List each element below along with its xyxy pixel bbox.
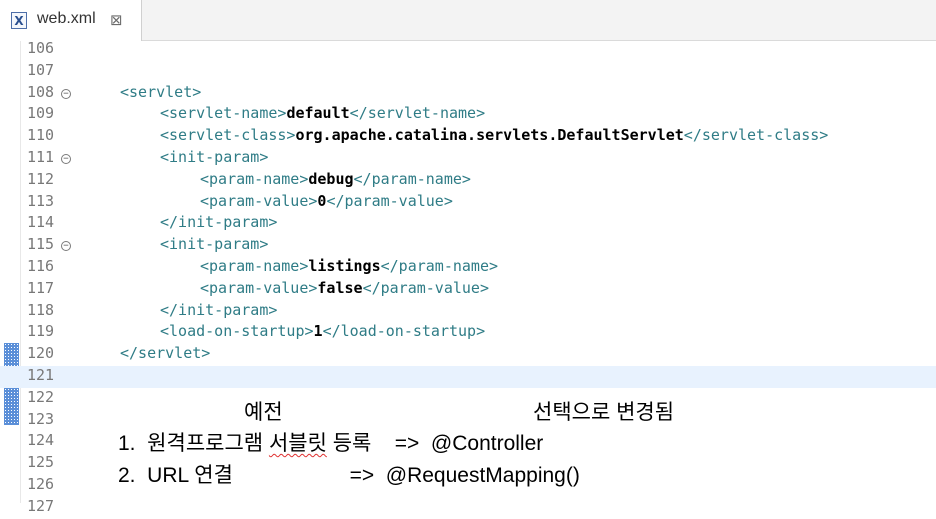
xml-tag: <load-on-startup> <box>160 322 314 341</box>
line-number: 123 <box>27 409 55 428</box>
xml-tag: </param-value> <box>326 191 453 210</box>
line-number: 120 <box>27 344 55 363</box>
close-icon[interactable]: ⊠ <box>110 11 123 29</box>
line-number: 124 <box>27 431 55 450</box>
code-line[interactable]: 107 <box>0 61 936 83</box>
code-line[interactable]: 121 <box>0 366 936 388</box>
code-line[interactable]: 127 <box>0 497 936 519</box>
xml-editor[interactable]: 106 107 108− <servlet> 109 <servlet-name>defa… <box>0 39 936 515</box>
note-item-1-prefix: 1. 원격프로그램 <box>118 432 269 455</box>
line-number: 125 <box>27 453 55 472</box>
code-text: <param-name>debug</param-name> <box>200 170 471 188</box>
line-number: 109 <box>27 104 55 123</box>
code-line[interactable]: 116 <param-name>listings</param-name> <box>0 257 936 279</box>
xml-tag: </init-param> <box>160 213 278 232</box>
xml-tag: <init-param> <box>160 148 269 166</box>
xml-value: 1 <box>313 322 323 341</box>
code-text: <servlet-class>org.apache.catalina.servl… <box>160 126 828 144</box>
xml-tag: </param-value> <box>362 278 489 297</box>
code-line[interactable]: 120 </servlet> <box>0 344 936 366</box>
fold-toggle-icon[interactable]: − <box>61 88 71 99</box>
xml-tag: </servlet-class> <box>683 126 829 145</box>
note-item-1-rest: 등록 => @Controller <box>326 432 544 455</box>
xml-tag: <param-value> <box>200 278 318 297</box>
line-number: 116 <box>27 257 55 275</box>
xml-tag: <servlet> <box>120 82 202 101</box>
line-number: 127 <box>27 496 55 515</box>
line-number: 113 <box>27 191 55 210</box>
xml-tag: <init-param> <box>160 235 269 254</box>
xml-tag: </param-name> <box>380 257 499 275</box>
xml-tag: <param-name> <box>200 169 309 188</box>
note-item-1: 1. 원격프로그램 서블릿 등록 => @Controller <box>118 431 543 457</box>
code-line[interactable]: 117 <param-value>false</param-value> <box>0 279 936 301</box>
xml-value: default <box>286 104 350 123</box>
code-line[interactable]: 118 </init-param> <box>0 301 936 323</box>
note-item-2: 2. URL 연결 => @RequestMapping() <box>118 464 580 487</box>
line-number: 107 <box>27 60 55 79</box>
code-text: <servlet-name>default</servlet-name> <box>160 104 485 122</box>
xml-tag: </servlet-name> <box>349 104 486 123</box>
tab-title: web.xml <box>37 10 96 27</box>
code-text: <param-value>0</param-value> <box>200 192 453 210</box>
code-line[interactable]: 113 <param-value>0</param-value> <box>0 192 936 214</box>
code-line[interactable]: 122 <box>0 388 936 410</box>
xml-value: org.apache.catalina.servlets.DefaultServ… <box>295 126 684 145</box>
xml-file-icon: X <box>11 12 27 29</box>
code-text: <param-name>listings</param-name> <box>200 257 498 275</box>
code-text: <init-param> <box>160 148 268 166</box>
spellcheck-word: 서블릿 <box>268 432 327 455</box>
code-line[interactable]: 109 <servlet-name>default</servlet-name> <box>0 104 936 126</box>
code-line[interactable]: 119 <load-on-startup>1</load-on-startup> <box>0 322 936 344</box>
note-heading-left: 예전 <box>244 401 283 424</box>
xml-value: listings <box>308 257 381 275</box>
xml-tag: <param-name> <box>200 257 309 275</box>
xml-value: false <box>317 278 363 297</box>
line-number: 106 <box>27 39 55 57</box>
line-number: 122 <box>27 387 55 406</box>
line-number: 126 <box>27 475 55 493</box>
fold-toggle-icon[interactable]: − <box>61 154 71 164</box>
code-line[interactable]: 123 <box>0 410 936 432</box>
xml-tag: </param-name> <box>353 169 471 188</box>
code-text: </servlet> <box>120 344 210 362</box>
code-text: </init-param> <box>160 301 277 319</box>
code-text: <param-value>false</param-value> <box>200 279 489 297</box>
code-text: <init-param> <box>160 235 268 253</box>
xml-tag: </load-on-startup> <box>322 322 486 341</box>
tab-bar-empty-area <box>142 0 936 40</box>
line-number: 112 <box>27 169 55 188</box>
xml-tag: </init-param> <box>160 300 278 319</box>
xml-tag: </servlet> <box>120 344 211 363</box>
xml-tag: <servlet-name> <box>160 104 287 123</box>
code-line[interactable]: 115− <init-param> <box>0 235 936 257</box>
line-number: 110 <box>27 126 55 145</box>
code-line[interactable]: 111− <init-param> <box>0 148 936 170</box>
tab-web-xml[interactable]: X web.xml ⊠ <box>0 0 142 41</box>
xml-tag: <param-value> <box>200 191 318 210</box>
code-text: <load-on-startup>1</load-on-startup> <box>160 322 485 340</box>
editor-tab-bar: X web.xml ⊠ <box>0 0 936 41</box>
note-heading-right: 선택으로 변경됨 <box>533 401 675 424</box>
xml-tag: <servlet-class> <box>160 126 296 145</box>
line-number: 121 <box>27 366 55 384</box>
xml-value: debug <box>308 169 354 188</box>
line-number: 117 <box>27 278 55 297</box>
code-line[interactable]: 106 <box>0 39 936 61</box>
code-line[interactable]: 110 <servlet-class>org.apache.catalina.se… <box>0 126 936 148</box>
code-text: </init-param> <box>160 213 277 231</box>
code-text: <servlet> <box>120 83 201 101</box>
fold-toggle-icon[interactable]: − <box>61 241 71 252</box>
line-number: 114 <box>27 213 55 232</box>
line-number: 118 <box>27 300 55 319</box>
code-line[interactable]: 114 </init-param> <box>0 213 936 235</box>
code-line[interactable]: 108− <servlet> <box>0 83 936 105</box>
code-line[interactable]: 112 <param-name>debug</param-name> <box>0 170 936 192</box>
line-number: 119 <box>27 322 55 341</box>
